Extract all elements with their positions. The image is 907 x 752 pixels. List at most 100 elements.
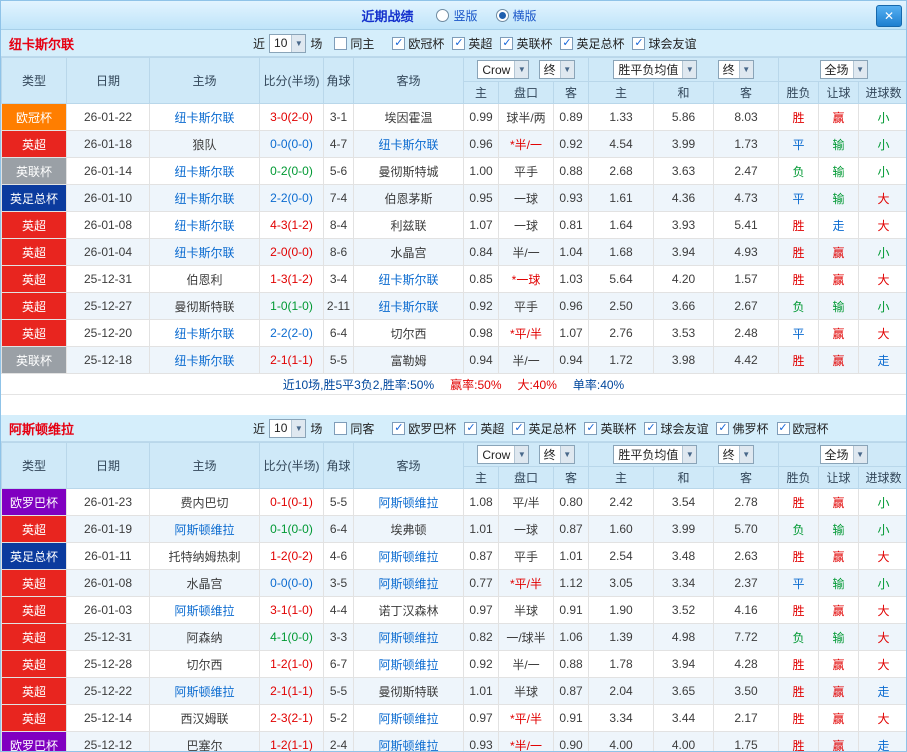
match-row: 英超 26-01-03 阿斯顿维拉 3-1(1-0) 4-4 诺丁汉森林 0.97 半球 0.9… — [1, 596, 906, 624]
goals-verdict: 大 — [858, 184, 906, 212]
matches-tbody-1: 欧罗巴杯 26-01-23 费内巴切 0-1(0-1) 5-5 阿斯顿维拉 1.08 平/半 0… — [1, 488, 906, 751]
league-badge: 英联杯 — [1, 157, 67, 185]
corner-score: 5-5 — [323, 346, 354, 374]
home-odds: 1.01 — [463, 677, 499, 705]
match-date: 25-12-14 — [66, 704, 150, 732]
handicap-verdict: 赢 — [818, 238, 860, 266]
horizontal-layout-radio[interactable]: 横版 — [495, 7, 537, 24]
bookmaker-value: Crow — [482, 62, 511, 77]
match-date: 26-01-18 — [66, 130, 150, 158]
vertical-layout-radio[interactable]: 竖版 — [436, 7, 478, 24]
odds-stage-value: 终 — [543, 63, 556, 77]
league-filter-checkbox[interactable]: ✓ 欧罗巴杯 — [392, 420, 456, 437]
league-filter-checkbox[interactable]: ✓ 欧冠杯 — [392, 35, 444, 52]
team-section-aston-villa: 阿斯顿维拉 近 10 ▼ 场 同客 ✓ 欧罗巴杯 ✓ 英超 ✓ 英足总杯 ✓ 英联杯 ✓ 球会友谊 ✓… — [1, 415, 906, 751]
checkbox-checked-icon: ✓ — [632, 36, 646, 50]
scope-select[interactable]: 全场 ▼ — [819, 60, 868, 79]
avg-home-odds: 2.50 — [588, 292, 654, 320]
league-filter-checkbox[interactable]: ✓ 英足总杯 — [560, 35, 624, 52]
odds-stage-select[interactable]: 终 ▼ — [538, 60, 575, 79]
home-odds: 0.94 — [463, 346, 499, 374]
away-odds: 0.88 — [553, 650, 589, 678]
match-row: 英超 25-12-28 切尔西 1-2(1-0) 6-7 阿斯顿维拉 0.92 半/一 0.88… — [1, 650, 906, 678]
home-odds: 1.08 — [463, 488, 499, 516]
close-button[interactable]: ✕ — [876, 5, 902, 27]
match-row: 英足总杯 26-01-10 纽卡斯尔联 2-2(0-0) 7-4 伯恩茅斯 0.95 一球 0.… — [1, 184, 906, 212]
scope-controls-cell: 全场 ▼ — [778, 57, 906, 82]
match-date: 26-01-23 — [66, 488, 150, 516]
match-row: 英超 26-01-08 水晶宫 0-0(0-0) 3-5 阿斯顿维拉 0.77 *平/半 1.1… — [1, 569, 906, 597]
result-verdict: 胜 — [778, 103, 820, 131]
away-odds: 0.81 — [553, 211, 589, 239]
away-team: 阿斯顿维拉 — [353, 488, 464, 516]
league-filter-label: 球会友谊 — [648, 36, 697, 51]
handicap-verdict: 赢 — [818, 704, 860, 732]
same-venue-checkbox[interactable]: 同主 — [334, 35, 374, 52]
final-score: 0-0(0-0) — [259, 130, 324, 158]
goals-verdict: 大 — [858, 211, 906, 239]
same-venue-checkbox[interactable]: 同客 — [334, 420, 374, 437]
avg-home-odds: 2.04 — [588, 677, 654, 705]
handicap-line: 半球 — [498, 596, 554, 624]
league-filter-checkbox[interactable]: ✓ 英超 — [464, 420, 504, 437]
avg-home-odds: 2.54 — [588, 542, 654, 570]
avg-stage-select[interactable]: 终 ▼ — [717, 60, 754, 79]
goals-verdict: 走 — [858, 677, 906, 705]
home-team: 曼彻斯特联 — [149, 292, 260, 320]
match-row: 英联杯 25-12-18 纽卡斯尔联 2-1(1-1) 5-5 富勒姆 0.94 半/一 0.9… — [1, 346, 906, 374]
match-count-select[interactable]: 10 ▼ — [269, 33, 307, 53]
bookmaker-select[interactable]: Crow ▼ — [477, 445, 530, 464]
subcol-away-odds: 客 — [553, 81, 589, 104]
avg-draw-odds: 3.65 — [653, 677, 714, 705]
subcol-handicap: 盘口 — [498, 466, 554, 489]
corner-score: 5-2 — [323, 704, 354, 732]
avg-away-odds: 4.28 — [712, 650, 780, 678]
odds-stage-select[interactable]: 终 ▼ — [538, 445, 575, 464]
corner-score: 8-4 — [323, 211, 354, 239]
match-count-select[interactable]: 10 ▼ — [269, 418, 307, 438]
league-filter-checkbox[interactable]: ✓ 佛罗杯 — [716, 420, 769, 437]
bookmaker-select[interactable]: Crow ▼ — [477, 60, 530, 79]
corner-score: 3-3 — [323, 623, 354, 651]
corner-score: 6-4 — [323, 515, 354, 543]
scope-select[interactable]: 全场 ▼ — [819, 445, 868, 464]
avg-away-odds: 1.57 — [712, 265, 780, 293]
avg-odds-select[interactable]: 胜平负均值 ▼ — [613, 60, 698, 79]
subcol-handicap-verdict: 让球 — [818, 466, 860, 489]
league-filter-checkbox[interactable]: ✓ 英超 — [452, 35, 492, 52]
league-filter-checkbox[interactable]: ✓ 欧冠杯 — [776, 420, 829, 437]
avg-odds-value: 胜平负均值 — [618, 63, 679, 77]
match-date: 25-12-31 — [66, 265, 150, 293]
avg-odds-select[interactable]: 胜平负均值 ▼ — [613, 445, 698, 464]
corner-score: 3-5 — [323, 569, 354, 597]
league-filter-checkbox[interactable]: ✓ 英足总杯 — [512, 420, 576, 437]
league-filter-checkbox[interactable]: ✓ 英联杯 — [500, 35, 552, 52]
subcol-avg-away: 客 — [712, 466, 780, 489]
league-filter-checkbox[interactable]: ✓ 英联杯 — [584, 420, 636, 437]
away-team: 阿斯顿维拉 — [353, 731, 464, 751]
home-odds: 0.92 — [463, 650, 499, 678]
avg-draw-odds: 3.93 — [653, 211, 714, 239]
result-verdict: 胜 — [778, 650, 820, 678]
final-score: 2-0(0-0) — [259, 238, 324, 266]
checkbox-checked-icon: ✓ — [392, 421, 406, 435]
avg-away-odds: 2.63 — [712, 542, 780, 570]
match-date: 26-01-08 — [66, 211, 150, 239]
away-team: 阿斯顿维拉 — [353, 542, 464, 570]
avg-draw-odds: 4.20 — [653, 265, 714, 293]
handicap-verdict: 赢 — [818, 265, 860, 293]
goals-verdict: 走 — [858, 346, 906, 374]
checkbox-checked-icon: ✓ — [464, 421, 478, 435]
final-score: 0-1(0-1) — [259, 488, 324, 516]
league-filter-checkbox[interactable]: ✓ 球会友谊 — [644, 420, 708, 437]
subcol-goals-verdict: 进球数 — [858, 466, 906, 489]
home-team: 纽卡斯尔联 — [149, 346, 260, 374]
summary-stat: 单率:40% — [572, 377, 625, 392]
avg-away-odds: 4.93 — [712, 238, 780, 266]
home-odds: 0.95 — [463, 184, 499, 212]
avg-draw-odds: 3.94 — [653, 238, 714, 266]
league-filter-checkbox[interactable]: ✓ 球会友谊 — [632, 35, 696, 52]
handicap-line: 半/一 — [498, 650, 554, 678]
avg-stage-select[interactable]: 终 ▼ — [717, 445, 754, 464]
result-verdict: 负 — [778, 292, 820, 320]
